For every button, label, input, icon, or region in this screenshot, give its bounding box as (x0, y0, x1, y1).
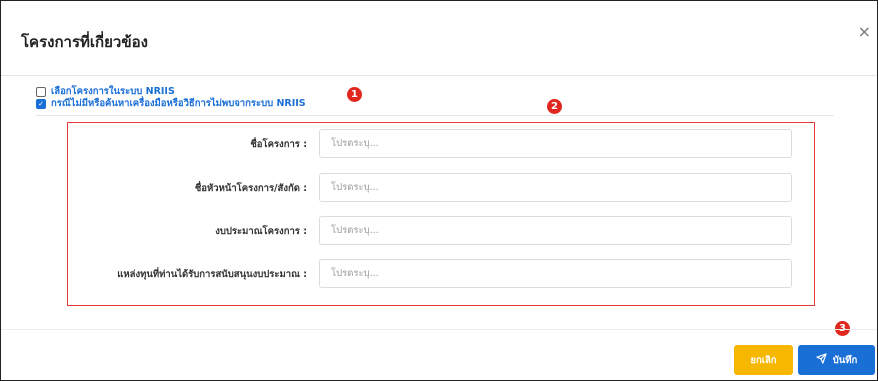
cancel-label: ยกเลิก (750, 354, 777, 366)
field-label-project-name: ชื่อโครงการ : (250, 139, 307, 150)
annotation-marker-2: 2 (547, 99, 562, 114)
option-not-found-nriis[interactable]: ✓ กรณีไม่มีหรือค้นหาเครื่องมือหรือวิธีกา… (36, 96, 306, 111)
field-label-project-budget: งบประมาณโครงการ : (215, 226, 307, 237)
modal-dialog: โครงการที่เกี่ยวข้อง × เลือกโครงการในระบ… (0, 0, 878, 381)
option-label: กรณีไม่มีหรือค้นหาเครื่องมือหรือวิธีการไ… (51, 98, 306, 109)
annotation-marker-1: 1 (347, 87, 362, 102)
field-label-project-head: ชื่อหัวหน้าโครงการ/สังกัด : (194, 183, 307, 194)
modal-header: โครงการที่เกี่ยวข้อง × (1, 1, 877, 76)
divider (36, 115, 834, 116)
close-icon[interactable]: × (858, 22, 871, 41)
field-label-funding-source: แหล่งทุนที่ท่านได้รับการสนับสนุนงบประมาณ… (117, 269, 307, 280)
project-head-input[interactable] (319, 173, 792, 202)
save-label: บันทึก (832, 354, 858, 366)
checkbox-checked[interactable]: ✓ (36, 98, 46, 109)
modal-title: โครงการที่เกี่ยวข้อง (21, 33, 148, 51)
project-name-input[interactable] (319, 129, 792, 158)
save-button[interactable]: บันทึก (798, 345, 875, 375)
footer-divider (1, 329, 877, 330)
checkbox-unchecked[interactable] (36, 86, 46, 97)
project-budget-input[interactable] (319, 216, 792, 245)
funding-source-input[interactable] (319, 259, 792, 288)
send-icon (816, 353, 827, 367)
cancel-button[interactable]: ยกเลิก (734, 345, 793, 375)
